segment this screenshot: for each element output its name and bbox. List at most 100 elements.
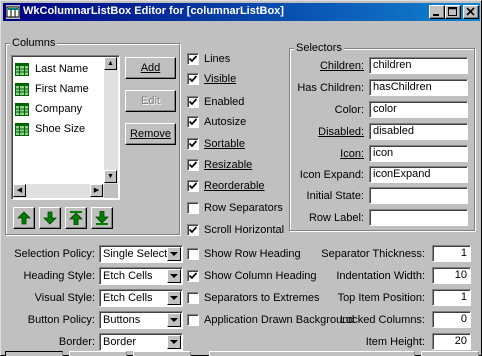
top-item-position-field[interactable]: 1	[432, 289, 471, 306]
selection-policy-label: Selection Policy:	[14, 248, 95, 260]
scroll-down-button[interactable]: ▼	[104, 170, 117, 183]
icon-field[interactable]: icon	[369, 145, 468, 162]
has-children-field[interactable]: hasChildren	[369, 79, 468, 96]
scroll-left-button[interactable]: ◀	[13, 184, 26, 197]
dropdown-button[interactable]	[167, 291, 181, 305]
checkbox-label: Separators to Extremes	[204, 292, 320, 304]
chevron-down-icon	[170, 318, 178, 322]
separators-to-extremes-checkbox[interactable]: Separators to Extremes	[187, 291, 320, 305]
chevron-down-icon	[170, 340, 178, 344]
checkbox-label: Show Column Heading	[204, 270, 317, 282]
selected-value: Border	[103, 336, 137, 348]
border-select[interactable]: Border	[99, 333, 183, 351]
list-item-label: Company	[35, 103, 83, 115]
show-row-heading-checkbox[interactable]: Show Row Heading	[187, 247, 301, 261]
button-policy-label: Button Policy:	[27, 314, 95, 326]
maximize-icon	[448, 7, 457, 16]
lines-checkbox[interactable]: Lines	[187, 52, 230, 66]
selected-value: Etch Cells	[103, 270, 153, 282]
close-button[interactable]	[463, 5, 479, 19]
initial-state-field[interactable]	[369, 187, 468, 204]
list-item-label: Last Name	[35, 63, 89, 75]
visible-checkbox[interactable]: Visible	[187, 72, 236, 86]
indentation-width-field[interactable]: 10	[432, 267, 471, 284]
enabled-checkbox[interactable]: Enabled	[187, 95, 244, 109]
list-item[interactable]: First Name	[15, 81, 89, 97]
move-up-button[interactable]	[13, 207, 35, 229]
row-separators-checkbox[interactable]: Row Separators	[187, 201, 283, 215]
selectors-group-label: Selectors	[294, 42, 344, 54]
resizable-checkbox[interactable]: Resizable	[187, 158, 252, 172]
dropdown-button[interactable]	[167, 335, 181, 349]
checkmark-icon	[189, 226, 197, 234]
selected-value: Buttons	[103, 314, 141, 326]
bottom-button[interactable]	[133, 351, 191, 356]
checkbox-label: Resizable	[204, 159, 253, 171]
title-bar[interactable]: WkColumnarListBox Editor for [columnarLi…	[3, 3, 480, 21]
checkbox-box	[187, 202, 199, 214]
indentation-width-label: Indentation Width:	[336, 270, 425, 282]
move-down-button[interactable]	[39, 207, 61, 229]
scroll-up-button[interactable]: ▲	[104, 57, 117, 70]
arrow-down-icon	[43, 211, 57, 225]
sortable-checkbox[interactable]: Sortable	[187, 137, 245, 151]
checkmark-icon	[189, 182, 197, 190]
arrow-to-bottom-icon	[95, 211, 109, 225]
scroll-horizontal-checkbox[interactable]: Scroll Horizontal	[187, 223, 284, 237]
row-label-field[interactable]	[369, 209, 468, 226]
move-top-button[interactable]	[65, 207, 87, 229]
separator-thickness-field[interactable]: 1	[432, 245, 471, 262]
checkbox-label: Autosize	[204, 116, 247, 128]
checkbox-box	[187, 270, 199, 282]
heading-style-select[interactable]: Etch Cells	[99, 267, 183, 285]
window-title: WkColumnarListBox Editor for [columnarLi…	[23, 5, 284, 17]
checkbox-label: Enabled	[204, 96, 245, 108]
scroll-corner	[104, 184, 118, 198]
maximize-button[interactable]	[445, 5, 461, 19]
vertical-scrollbar[interactable]: ▲ ▼	[104, 57, 118, 184]
bottom-button[interactable]	[209, 351, 415, 356]
bottom-button[interactable]	[5, 351, 63, 356]
edit-button[interactable]: Edit	[125, 90, 176, 112]
horizontal-scrollbar[interactable]: ◀ ▶	[13, 184, 104, 198]
list-item[interactable]: Last Name	[15, 61, 88, 77]
move-bottom-button[interactable]	[91, 207, 113, 229]
list-item[interactable]: Shoe Size	[15, 121, 85, 137]
dropdown-button[interactable]	[167, 247, 181, 261]
dropdown-button[interactable]	[167, 269, 181, 283]
checkbox-box	[187, 180, 199, 192]
disabled-field[interactable]: disabled	[369, 123, 468, 140]
children-field[interactable]: children	[369, 57, 468, 74]
remove-button[interactable]: Remove	[125, 123, 176, 145]
checkbox-box	[187, 73, 199, 85]
add-button[interactable]: Add	[125, 57, 176, 79]
visual-style-select[interactable]: Etch Cells	[99, 289, 183, 307]
minimize-button[interactable]	[429, 5, 445, 19]
bottom-button[interactable]	[69, 351, 127, 356]
columns-list[interactable]: Last Name First Name Company Shoe Size ▲…	[11, 55, 120, 200]
checkbox-label: Application Drawn Background	[204, 314, 355, 326]
item-height-field[interactable]: 20	[432, 333, 471, 350]
selected-value: Single Select	[103, 248, 168, 260]
application-drawn-background-checkbox[interactable]: Application Drawn Background	[187, 313, 354, 327]
icon-label: Icon:	[340, 148, 364, 160]
color-field[interactable]: color	[369, 101, 468, 118]
arrow-up-icon	[17, 211, 31, 225]
app-icon	[6, 5, 20, 19]
list-item-label: Shoe Size	[35, 123, 86, 135]
icon-expand-field[interactable]: iconExpand	[369, 166, 468, 183]
top-item-position-label: Top Item Position:	[337, 292, 425, 304]
selection-policy-select[interactable]: Single Select	[99, 245, 183, 263]
list-item-label: First Name	[35, 83, 89, 95]
autosize-checkbox[interactable]: Autosize	[187, 115, 246, 129]
reorderable-checkbox[interactable]: Reorderable	[187, 179, 265, 193]
checkmark-icon	[189, 55, 197, 63]
list-item[interactable]: Company	[15, 101, 82, 117]
chevron-down-icon	[170, 252, 178, 256]
locked-columns-field[interactable]: 0	[432, 311, 471, 328]
scroll-right-button[interactable]: ▶	[90, 184, 103, 197]
bottom-button[interactable]	[421, 351, 479, 356]
button-policy-select[interactable]: Buttons	[99, 311, 183, 329]
dropdown-button[interactable]	[167, 313, 181, 327]
show-column-heading-checkbox[interactable]: Show Column Heading	[187, 269, 317, 283]
